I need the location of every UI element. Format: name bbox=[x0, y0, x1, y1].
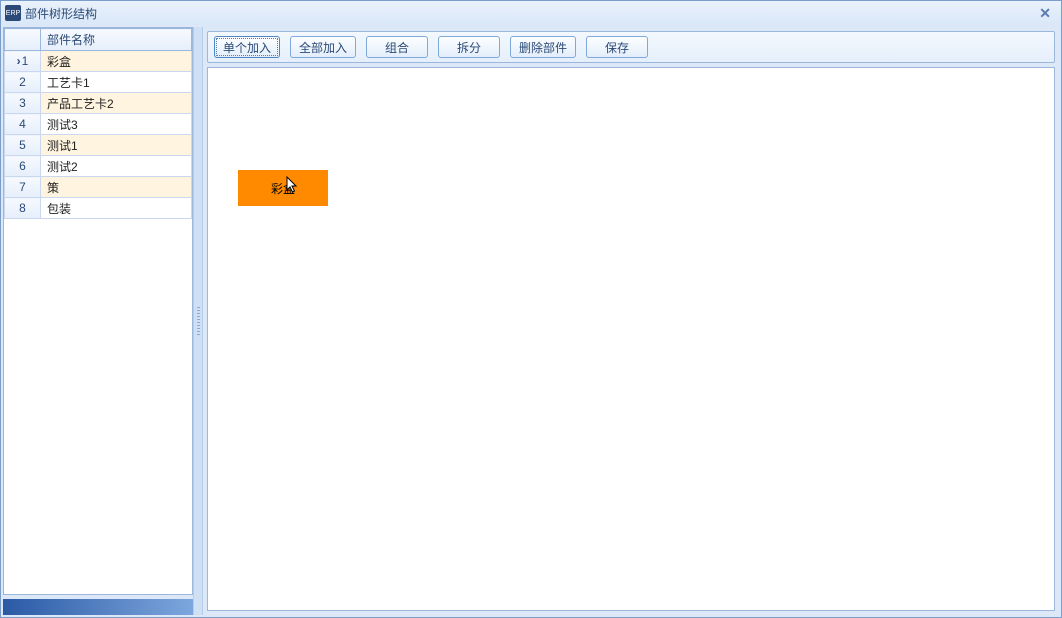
row-number: 1 bbox=[5, 51, 41, 72]
table-row[interactable]: 7 策 bbox=[5, 177, 192, 198]
splitter[interactable] bbox=[193, 27, 203, 615]
row-number: 2 bbox=[5, 72, 41, 93]
row-name: 测试1 bbox=[41, 135, 192, 156]
close-icon[interactable]: ✕ bbox=[1033, 5, 1057, 22]
split-button[interactable]: 拆分 bbox=[438, 36, 500, 58]
row-name: 产品工艺卡2 bbox=[41, 93, 192, 114]
add-single-button[interactable]: 单个加入 bbox=[214, 36, 280, 58]
row-number: 4 bbox=[5, 114, 41, 135]
row-name: 工艺卡1 bbox=[41, 72, 192, 93]
left-panel: 部件名称 1 彩盒 2 工艺卡1 3 bbox=[3, 27, 193, 615]
row-number: 3 bbox=[5, 93, 41, 114]
table-row[interactable]: 3 产品工艺卡2 bbox=[5, 93, 192, 114]
body: 部件名称 1 彩盒 2 工艺卡1 3 bbox=[1, 25, 1061, 617]
group-button[interactable]: 组合 bbox=[366, 36, 428, 58]
canvas[interactable]: 彩盒 bbox=[207, 67, 1055, 611]
table-row[interactable]: 1 彩盒 bbox=[5, 51, 192, 72]
table-row[interactable]: 8 包装 bbox=[5, 198, 192, 219]
table-row[interactable]: 6 测试2 bbox=[5, 156, 192, 177]
col-header-rownum[interactable] bbox=[5, 29, 41, 51]
window-title: 部件树形结构 bbox=[25, 5, 97, 22]
row-name: 包装 bbox=[41, 198, 192, 219]
row-name: 策 bbox=[41, 177, 192, 198]
table-row[interactable]: 2 工艺卡1 bbox=[5, 72, 192, 93]
row-number: 8 bbox=[5, 198, 41, 219]
right-panel: 单个加入 全部加入 组合 拆分 删除部件 保存 彩盒 bbox=[203, 27, 1059, 615]
row-number: 7 bbox=[5, 177, 41, 198]
tree-node-label: 彩盒 bbox=[271, 180, 295, 197]
titlebar: ERP 部件树形结构 ✕ bbox=[1, 1, 1061, 25]
save-button[interactable]: 保存 bbox=[586, 36, 648, 58]
row-number: 5 bbox=[5, 135, 41, 156]
window: ERP 部件树形结构 ✕ 部件名称 1 彩盒 bbox=[0, 0, 1062, 618]
tree-node[interactable]: 彩盒 bbox=[238, 170, 328, 206]
table-row[interactable]: 5 测试1 bbox=[5, 135, 192, 156]
grid-scrollbar-horizontal[interactable] bbox=[3, 599, 193, 615]
app-icon: ERP bbox=[5, 5, 21, 21]
row-number: 6 bbox=[5, 156, 41, 177]
add-all-button[interactable]: 全部加入 bbox=[290, 36, 356, 58]
splitter-grip-icon bbox=[197, 307, 200, 335]
row-name: 测试3 bbox=[41, 114, 192, 135]
toolbar: 单个加入 全部加入 组合 拆分 删除部件 保存 bbox=[207, 31, 1055, 63]
col-header-name[interactable]: 部件名称 bbox=[41, 29, 192, 51]
parts-grid[interactable]: 部件名称 1 彩盒 2 工艺卡1 3 bbox=[3, 27, 193, 595]
row-name: 测试2 bbox=[41, 156, 192, 177]
row-name: 彩盒 bbox=[41, 51, 192, 72]
table-row[interactable]: 4 测试3 bbox=[5, 114, 192, 135]
delete-button[interactable]: 删除部件 bbox=[510, 36, 576, 58]
